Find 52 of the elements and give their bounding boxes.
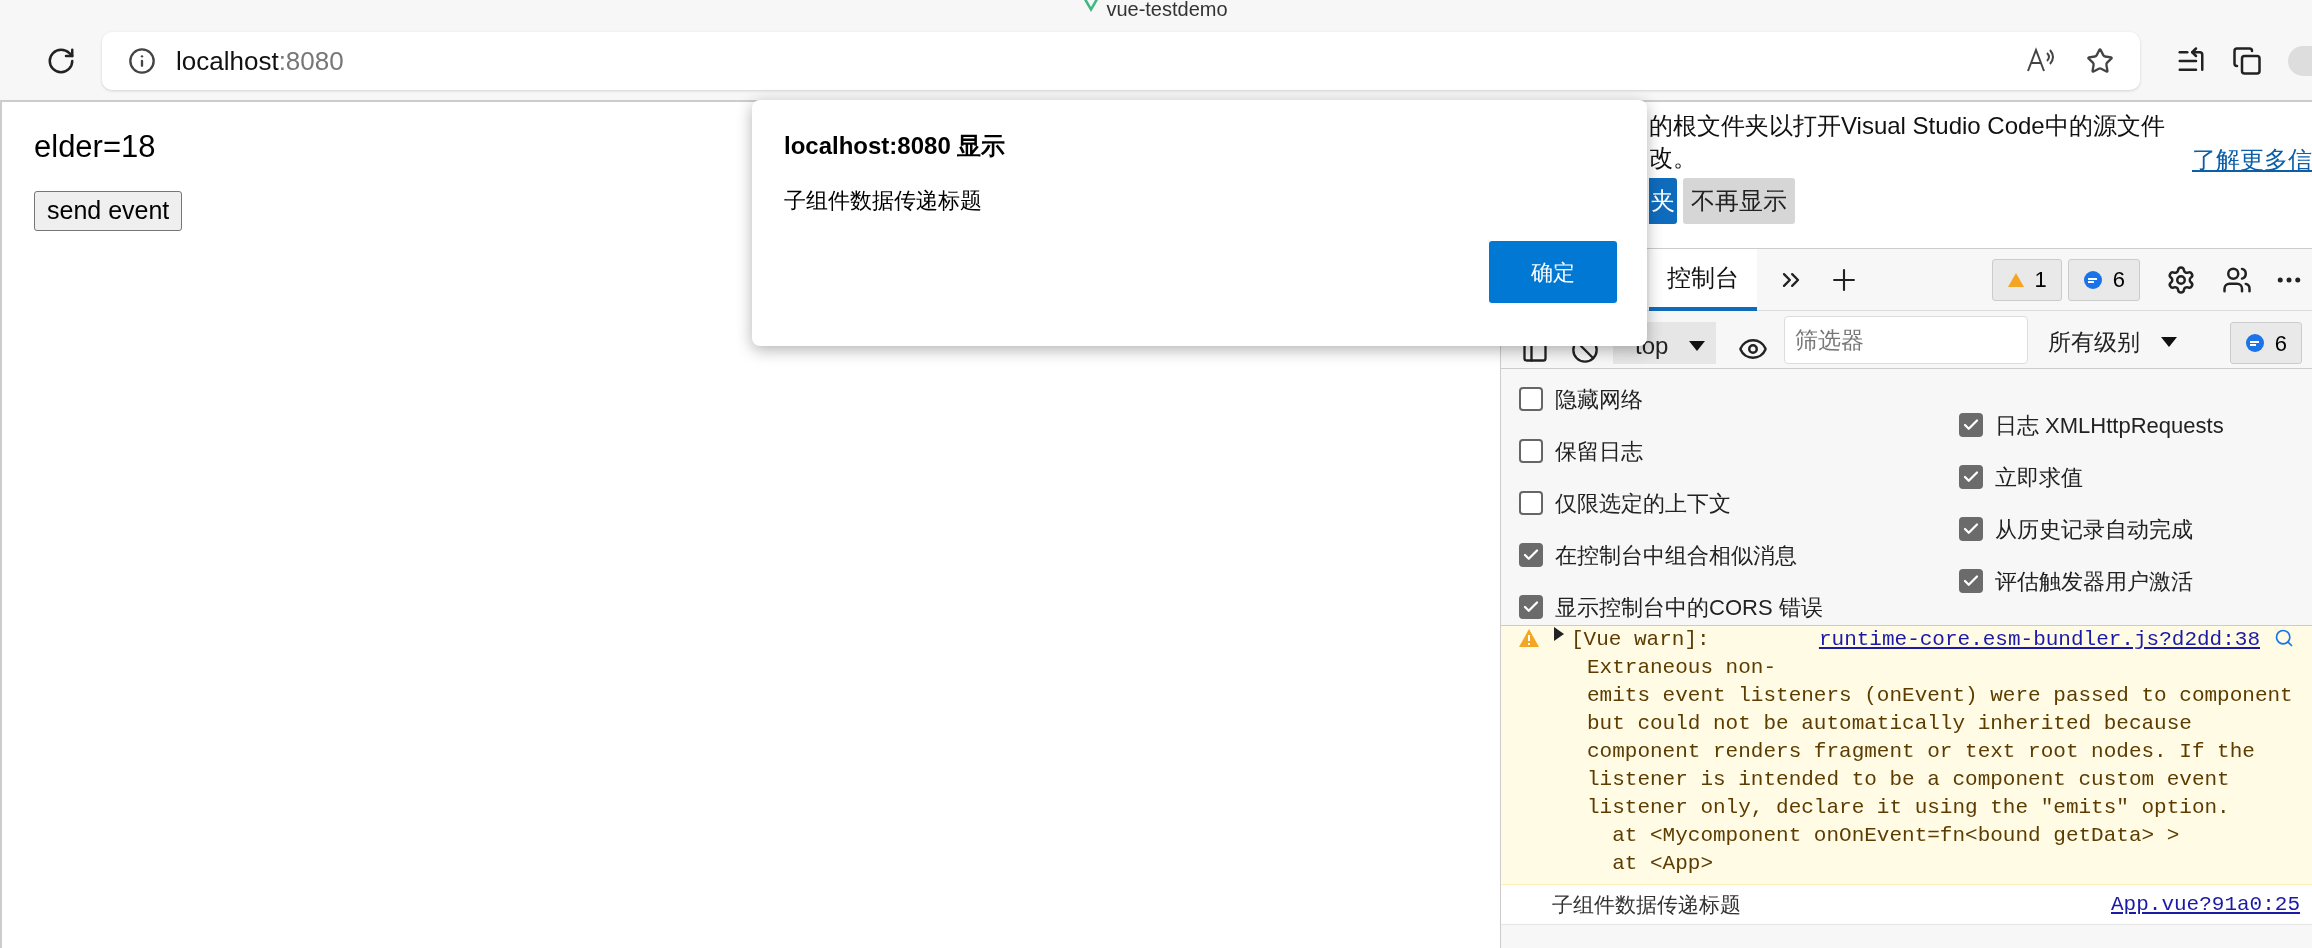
vue-logo-icon (1084, 0, 1099, 12)
warning-text: Extraneous non- emits event listeners (onEvent) were passed to component but could not be automatically inherited because component renders fragment or text root nodes. If the listener is intended to be a component custom event listener only, declare it using the "emits" option. at <Mycomponent onOnEvent=fn<bound getData> > at <App> (1586, 655, 2294, 877)
checkbox-label: 隐藏网络 (1555, 385, 1643, 414)
checkbox[interactable] (1519, 439, 1543, 463)
address-bar[interactable]: localhost:8080 (102, 32, 2140, 90)
caret-icon (2160, 336, 2179, 348)
tab-title[interactable]: vue-testdemo (1106, 0, 1228, 24)
settings-icon[interactable] (2166, 264, 2196, 295)
checkbox[interactable] (1519, 595, 1543, 619)
send-event-button[interactable]: send event (34, 190, 183, 231)
log-text: 子组件数据传递标题 (1552, 891, 1741, 918)
checkbox-label: 显示控制台中的CORS 错误 (1555, 593, 1823, 622)
warning-head: [Vue warn]: (1571, 627, 1710, 653)
checkbox[interactable] (1519, 543, 1543, 567)
checkbox[interactable] (1519, 387, 1543, 411)
source-link[interactable]: App.vue?91a0:25 (2110, 888, 2300, 921)
checkbox[interactable] (1959, 569, 1983, 593)
info-icon[interactable] (128, 47, 156, 75)
checkbox-label: 评估触发器用户激活 (1995, 567, 2193, 596)
checkbox[interactable] (1959, 413, 1983, 437)
add-favorite-icon[interactable] (2086, 47, 2114, 75)
url-text: localhost:8080 (176, 44, 344, 78)
levels-dropdown[interactable]: 所有级别 (2048, 320, 2179, 364)
open-folder-button[interactable]: 夹 (1649, 178, 1677, 224)
checkbox-label: 保留日志 (1555, 437, 1643, 466)
warning-icon (1517, 628, 1541, 648)
checkbox-label: 在控制台中组合相似消息 (1555, 541, 1797, 570)
page-text: elder=18 (34, 128, 156, 166)
checkbox-label: 仅限选定的上下文 (1555, 489, 1731, 518)
ok-button[interactable]: 确定 (1489, 241, 1617, 303)
messages-badge[interactable]: 6 (2067, 258, 2140, 301)
dialog-title: localhost:8080 显示 (784, 131, 1007, 161)
filter-field[interactable]: 筛选器 (1784, 316, 2029, 364)
source-link[interactable]: runtime-core.esm-bundler.js?d2dd:38 (1818, 626, 2260, 654)
checkbox-label: 从历史记录自动完成 (1995, 515, 2193, 544)
messages-badge[interactable]: 6 (2229, 322, 2302, 364)
checkbox[interactable] (1519, 491, 1543, 515)
checkbox-label: 日志 XMLHttpRequests (1995, 411, 2224, 440)
search-icon[interactable] (2274, 628, 2294, 648)
caret-icon (1688, 340, 1707, 352)
dismiss-button[interactable]: 不再显示 (1683, 178, 1795, 224)
checkbox-label: 立即求值 (1995, 463, 2083, 492)
devtools-tab[interactable]: 控制台 (1649, 248, 1757, 311)
checkbox[interactable] (1959, 517, 1983, 541)
refresh-icon[interactable] (46, 46, 76, 76)
learn-more-link[interactable]: 了解更多信 (2192, 142, 2312, 178)
checkbox[interactable] (1959, 465, 1983, 489)
dialog-message: 子组件数据传递标题 (784, 187, 983, 215)
warnings-badge[interactable]: 1 (1991, 258, 2062, 301)
collections-icon[interactable] (2232, 46, 2262, 76)
expand-icon[interactable] (1553, 626, 1565, 642)
notification-text: 的根文件夹以打开Visual Studio Code中的源文件 改。 (1649, 111, 2165, 173)
